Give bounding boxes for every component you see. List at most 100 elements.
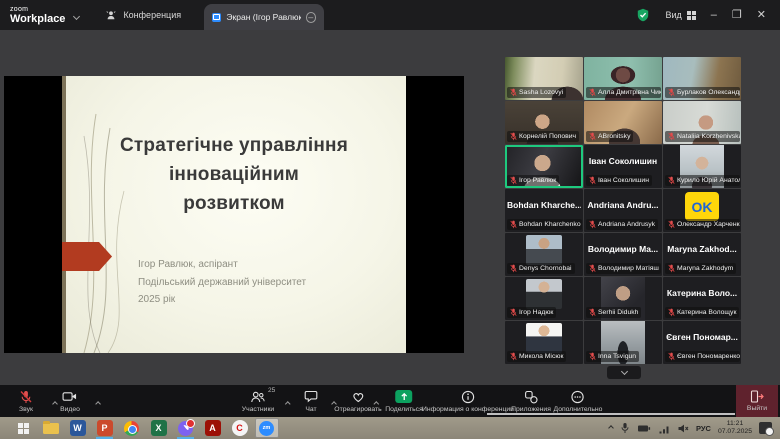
word-button[interactable]: W: [64, 417, 91, 439]
participants-count-badge: 25: [268, 387, 275, 394]
file-explorer-button[interactable]: [37, 417, 64, 439]
muted-mic-icon: [668, 264, 675, 273]
participant-tile[interactable]: Maryna Zakhod...Maryna Zakhodym: [663, 233, 741, 276]
meetings-label: Конференция: [123, 10, 181, 20]
hidden-icons-chevron-icon[interactable]: [608, 425, 614, 431]
view-button[interactable]: Вид: [665, 10, 695, 20]
participant-tile[interactable]: Бурлаков Олександр: [663, 57, 741, 100]
participant-tile[interactable]: ABronitsky: [584, 101, 662, 144]
participant-center-name: Євген Пономар...: [665, 332, 739, 342]
presentation-slide: Стратегічне управління інноваційним розв…: [62, 76, 406, 353]
taskbar-clock[interactable]: 11:21 07.07.2025: [718, 420, 752, 436]
language-indicator[interactable]: РУС: [696, 424, 711, 433]
excel-button[interactable]: X: [145, 417, 172, 439]
zoom-workplace-window: zoom Workplace Конференция Экран (Ігор Р…: [0, 0, 780, 439]
viber-button[interactable]: [172, 417, 199, 439]
minimize-button[interactable]: –: [711, 10, 717, 21]
active-app-highlight: zm: [255, 418, 279, 438]
muted-mic-icon: [589, 308, 596, 317]
zoom-app-icon: zm: [259, 421, 274, 436]
muted-mic-icon: [668, 132, 675, 141]
participants-grid: Sasha LozovyiАлла Дмитрівна Чик...Бурлак…: [505, 57, 741, 364]
participant-tile[interactable]: Andriana Andru...Andriana Andrusyk: [584, 189, 662, 232]
slide-author-block: Ігор Равлюк, аспірант Подільський держав…: [138, 256, 306, 309]
participant-tile[interactable]: Курило Юрій Анатол...: [663, 145, 741, 188]
leave-button[interactable]: Выйти: [736, 385, 778, 417]
windows-taskbar: W P X A C zm: [0, 417, 780, 439]
participants-options-icon[interactable]: [286, 393, 290, 411]
meetings-tab[interactable]: Конференция: [105, 9, 181, 21]
screen-share-tab[interactable]: Экран (Ігор Равлюк) –: [204, 4, 324, 30]
participant-tile[interactable]: Nataliia Korzhenivska: [663, 101, 741, 144]
slide-year: 2025 рік: [138, 291, 306, 309]
notification-center-icon[interactable]: [759, 422, 772, 434]
zoom-taskbar-button[interactable]: zm: [253, 417, 280, 439]
network-signal-icon[interactable]: [658, 423, 670, 434]
participant-tile[interactable]: Катерина Воло...Катерина Волощук: [663, 277, 741, 320]
participant-tile[interactable]: Denys Chornobai: [505, 233, 583, 276]
speaker-icon[interactable]: [677, 423, 689, 434]
video-options-icon[interactable]: [96, 393, 100, 411]
participants-button[interactable]: 25 Участники: [242, 385, 274, 417]
participant-tile[interactable]: Ігор Равлюк: [505, 145, 583, 188]
participant-tile[interactable]: Ігор Надюк: [505, 277, 583, 320]
apps-label: Приложения: [511, 406, 551, 413]
participant-center-name: Bohdan Kharche...: [507, 200, 581, 210]
powerpoint-button[interactable]: P: [91, 417, 118, 439]
participant-name-label: Корнелій Попович: [507, 131, 579, 142]
muted-mic-icon: [510, 264, 517, 273]
tray-mic-icon[interactable]: [620, 422, 630, 434]
participant-photo-avatar: [526, 279, 562, 309]
video-button[interactable]: Видео: [60, 385, 80, 417]
stop-share-icon[interactable]: –: [306, 12, 316, 23]
comodo-button[interactable]: C: [226, 417, 253, 439]
share-screen-button[interactable]: Поделиться: [385, 385, 423, 417]
video-label: Видео: [60, 406, 80, 413]
start-button[interactable]: [10, 417, 37, 439]
logo-zoom-text: zoom: [10, 6, 65, 13]
acrobat-button[interactable]: A: [199, 417, 226, 439]
chat-icon: [304, 389, 318, 404]
slide-left-strip: [62, 76, 66, 353]
participant-photo-avatar: [526, 323, 562, 353]
close-button[interactable]: ✕: [757, 10, 766, 21]
participant-tile[interactable]: OKОлександр Харченко: [663, 189, 741, 232]
participant-name-label: Курило Юрій Анатол...: [665, 175, 740, 186]
participant-tile[interactable]: Іван СоколишинІван Соколишин: [584, 145, 662, 188]
battery-icon[interactable]: [637, 423, 651, 434]
chrome-icon: [124, 421, 139, 436]
participant-tile[interactable]: Inna Tsvigun: [584, 321, 662, 364]
security-shield-icon[interactable]: [636, 8, 650, 22]
info-icon: [461, 389, 475, 404]
participant-tile[interactable]: Bohdan Kharche...Bohdan Kharchenko: [505, 189, 583, 232]
react-options-icon[interactable]: [374, 393, 378, 411]
audio-options-icon[interactable]: [53, 393, 57, 411]
participant-tile[interactable]: Serhii Didukh: [584, 277, 662, 320]
window-edge-highlight: [487, 413, 735, 415]
participant-tile[interactable]: Sasha Lozovyi: [505, 57, 583, 100]
tray-time: 11:21: [718, 420, 752, 428]
react-button[interactable]: Отреагировать: [334, 385, 381, 417]
muted-mic-icon: [668, 308, 675, 317]
slide-author: Ігор Равлюк, аспірант: [138, 256, 306, 274]
muted-mic-icon: [668, 220, 675, 229]
share-screen-icon: [395, 390, 412, 403]
chat-label: Чат: [305, 406, 316, 413]
participants-collapse-button[interactable]: [607, 366, 641, 379]
share-label: Поделиться: [385, 406, 423, 413]
participant-tile[interactable]: Алла Дмитрівна Чик...: [584, 57, 662, 100]
audio-label: Звук: [19, 406, 33, 413]
participant-name-label: Алла Дмитрівна Чик...: [586, 87, 661, 98]
participant-tile[interactable]: Володимир Ма...Володимир Матіяш: [584, 233, 662, 276]
workspace-dropdown-icon[interactable]: [73, 12, 80, 19]
maximize-button[interactable]: ❐: [732, 10, 742, 21]
participant-tile[interactable]: Корнелій Попович: [505, 101, 583, 144]
participant-tile[interactable]: Євген Пономар...Євген Пономаренко: [663, 321, 741, 364]
participant-center-name: Іван Соколишин: [586, 156, 660, 166]
participant-tile[interactable]: Микола Місюк: [505, 321, 583, 364]
chrome-button[interactable]: [118, 417, 145, 439]
audio-button[interactable]: Звук: [19, 385, 33, 417]
participants-icon: 25: [250, 389, 266, 404]
chat-button[interactable]: Чат: [304, 385, 318, 417]
camera-icon: [62, 389, 77, 404]
